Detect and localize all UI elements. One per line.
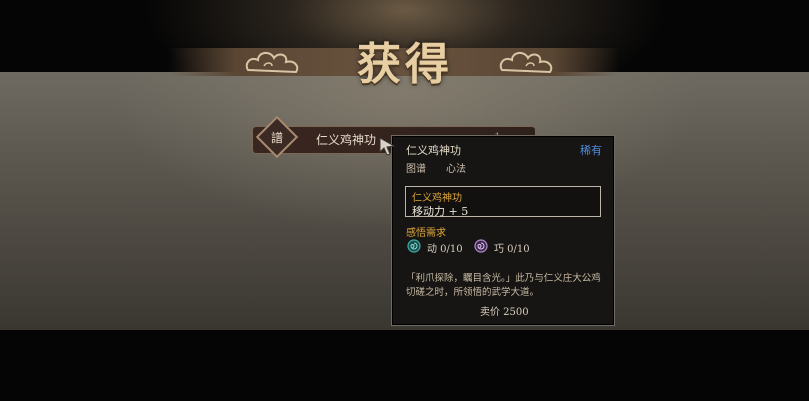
requirement-skill: 巧 0/10 <box>494 244 530 255</box>
item-name: 仁义鸡神功 <box>316 133 377 147</box>
item-subcategory: 心法 <box>446 164 466 175</box>
rarity-badge: 稀有 <box>580 144 602 157</box>
bottom-backdrop <box>0 330 809 401</box>
tooltip-item-name: 仁义鸡神功 <box>406 144 461 157</box>
swirl-purple-icon <box>474 239 488 253</box>
mouse-cursor-icon <box>379 137 396 156</box>
item-icon-glyph: 譜 <box>270 131 283 145</box>
effect-stat: 移动力 + 5 <box>412 205 469 218</box>
item-description: 「利爪探除，瞩目含光。」此乃与仁义庄大公鸡切磋之时，所领悟的武学大道。 <box>406 273 601 298</box>
cloud-ornament-icon <box>499 52 553 74</box>
requirements-title: 感悟需求 <box>406 228 446 239</box>
requirement-motion: 动 0/10 <box>427 244 463 255</box>
item-category: 图谱 <box>406 164 426 175</box>
sell-price: 卖价 2500 <box>480 307 529 318</box>
cloud-ornament-icon <box>245 52 299 74</box>
obtained-title: 获得 <box>357 39 453 90</box>
effect-title: 仁义鸡神功 <box>412 193 462 204</box>
swirl-teal-icon <box>407 239 421 253</box>
